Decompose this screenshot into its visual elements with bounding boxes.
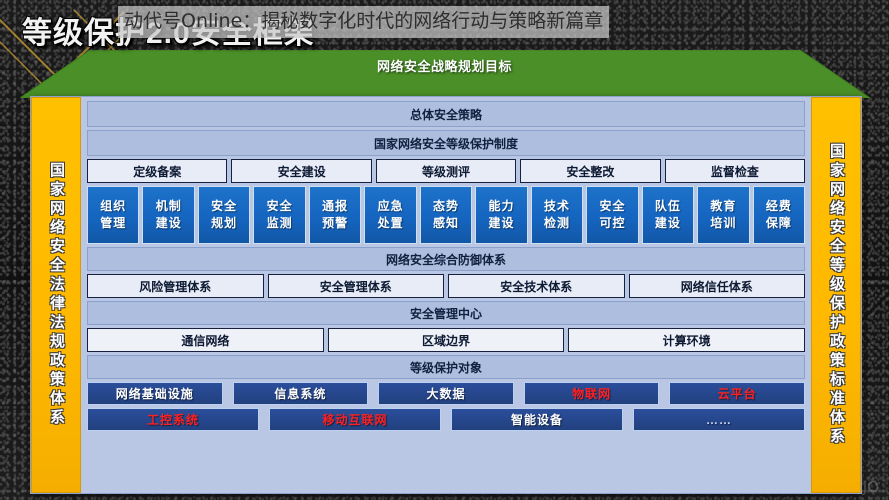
capability-row: 组织 管理 机制 建设 安全 规划 安全 监测 通报 预警 应急 处置 态势 感知 能力 建设 技术 检测 安全 可控… <box>87 186 806 244</box>
protection-area-item[interactable]: 计算环境 <box>568 328 806 352</box>
system-item[interactable]: 安全管理体系 <box>267 274 444 298</box>
lifecycle-item[interactable]: 定级备案 <box>87 159 228 183</box>
capability-label-line: 可控 <box>599 216 626 230</box>
lifecycle-item[interactable]: 等级测评 <box>375 159 517 183</box>
protection-object-item[interactable]: 智能设备 <box>451 408 623 431</box>
systems-row: 风险管理体系 安全管理体系 安全技术体系 网络信任体系 <box>87 274 805 298</box>
capability-item[interactable]: 通报 预警 <box>308 186 362 244</box>
capability-label-line: 组织 <box>100 199 127 213</box>
overlay-caption: 动代号Online：揭秘数字化时代的网络行动与策略新篇章 <box>118 6 610 38</box>
protection-area-item[interactable]: 通信网络 <box>87 328 324 352</box>
capability-label-line: 管理 <box>100 216 127 230</box>
capability-item[interactable]: 技术 检测 <box>530 186 584 244</box>
capability-label-line: 监测 <box>266 216 293 230</box>
protection-object-item[interactable]: 物联网 <box>523 382 660 405</box>
capability-label-line: 保障 <box>765 216 792 230</box>
capability-item[interactable]: 能力 建设 <box>475 186 528 244</box>
capability-label-line: 能力 <box>488 199 515 213</box>
protection-object-item[interactable]: 工控系统 <box>87 408 259 431</box>
capability-label-line: 建设 <box>155 216 182 230</box>
band-overall-policy: 总体安全策略 <box>87 101 805 127</box>
band-protection-object: 等级保护对象 <box>87 355 805 379</box>
right-pillar-standards: 国家网络安全等级保护政策标准体系 <box>811 97 861 493</box>
capability-label-line: 队伍 <box>654 199 681 213</box>
capability-label-line: 应急 <box>377 199 404 213</box>
capability-item[interactable]: 教育 培训 <box>697 186 750 244</box>
capability-label-line: 感知 <box>433 216 460 230</box>
capability-label-line: 预警 <box>322 216 349 230</box>
left-pillar-label: 国家网络安全法律法规政策体系 <box>48 162 65 428</box>
capability-label-line: 态势 <box>433 199 460 213</box>
protection-object-item[interactable]: …… <box>633 408 805 431</box>
framework-diagram: 国家网络安全法律法规政策体系 总体安全策略 国家网络安全等级保护制度 定级备案安… <box>30 96 862 494</box>
capability-label-line: 培训 <box>710 216 737 230</box>
capability-label-line: 建设 <box>488 216 515 230</box>
protection-areas-row: 通信网络 区域边界 计算环境 <box>87 328 806 352</box>
capability-label-line: 通报 <box>322 199 349 213</box>
lifecycle-item[interactable]: 监督检查 <box>664 159 806 183</box>
framework-core: 总体安全策略 国家网络安全等级保护制度 定级备案 安全建设 等级测评 安全整改 监督检查… <box>81 97 811 493</box>
lifecycle-item[interactable]: 安全整改 <box>520 159 661 183</box>
overlay-caption-text: 动代号Online：揭秘数字化时代的网络行动与策略新篇章 <box>124 10 604 32</box>
capability-label-line: 处置 <box>377 216 404 230</box>
capability-item[interactable]: 经费 保障 <box>752 186 806 244</box>
lifecycle-item[interactable]: 安全建设 <box>231 159 372 183</box>
objects-row-2: 工控系统 移动互联网 智能设备 …… <box>87 408 805 431</box>
capability-item[interactable]: 队伍 建设 <box>641 186 695 244</box>
protection-area-item[interactable]: 区域边界 <box>327 328 565 352</box>
system-item[interactable]: 风险管理体系 <box>87 274 264 298</box>
band-security-management-center: 安全管理中心 <box>87 301 805 325</box>
capability-label-line: 安全 <box>599 199 626 213</box>
capability-label-line: 规划 <box>211 216 238 230</box>
left-pillar-law-policy: 国家网络安全法律法规政策体系 <box>31 97 81 493</box>
capability-label-line: 经费 <box>765 199 792 213</box>
capability-label-line: 教育 <box>710 199 737 213</box>
capability-item[interactable]: 安全 监测 <box>253 186 306 244</box>
capability-label-line: 技术 <box>543 199 570 213</box>
system-item[interactable]: 安全技术体系 <box>448 274 625 298</box>
band-comprehensive-defense: 网络安全综合防御体系 <box>87 247 805 271</box>
capability-label-line: 机制 <box>155 199 182 213</box>
protection-object-item[interactable]: 网络基础设施 <box>87 382 223 405</box>
objects-row-1: 网络基础设施 信息系统 大数据 物联网 云平台 <box>87 382 805 405</box>
right-pillar-label: 国家网络安全等级保护政策标准体系 <box>828 143 845 447</box>
protection-object-item[interactable]: 信息系统 <box>232 382 369 405</box>
capability-item[interactable]: 态势 感知 <box>419 186 473 244</box>
capability-item[interactable]: 安全 可控 <box>586 186 639 244</box>
capability-item[interactable]: 安全 规划 <box>197 186 251 244</box>
protection-object-item[interactable]: 大数据 <box>378 382 514 405</box>
band-mlps-system: 国家网络安全等级保护制度 <box>87 130 805 156</box>
capability-label-line: 安全 <box>211 199 238 213</box>
roof-label: 网络安全战略规划目标 <box>376 59 512 74</box>
system-item[interactable]: 网络信任体系 <box>628 274 805 298</box>
capability-item[interactable]: 应急 处置 <box>364 186 417 244</box>
capability-item[interactable]: 组织 管理 <box>87 186 140 244</box>
capability-item[interactable]: 机制 建设 <box>142 186 195 244</box>
protection-object-item[interactable]: 云平台 <box>669 382 805 405</box>
capability-label-line: 建设 <box>654 216 681 230</box>
lifecycle-row: 定级备案 安全建设 等级测评 安全整改 监督检查 <box>87 159 806 183</box>
capability-label-line: 安全 <box>266 199 293 213</box>
capability-label-line: 检测 <box>543 216 570 230</box>
watermark: JO <box>862 478 879 496</box>
protection-object-item[interactable]: 移动互联网 <box>269 408 441 431</box>
